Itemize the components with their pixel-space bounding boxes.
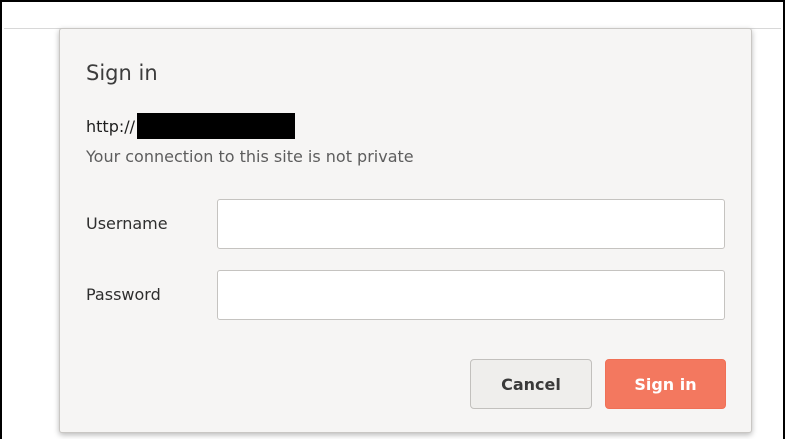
url-redaction-block — [137, 113, 296, 139]
password-label: Password — [86, 285, 161, 304]
site-url: http:// — [86, 113, 296, 139]
sign-in-dialog: Sign in http:// Your connection to this … — [59, 28, 752, 433]
username-label: Username — [86, 214, 168, 233]
connection-warning: Your connection to this site is not priv… — [86, 147, 414, 166]
sign-in-button[interactable]: Sign in — [605, 359, 726, 409]
browser-window: Sign in http:// Your connection to this … — [0, 0, 785, 439]
browser-toolbar-area — [4, 4, 781, 29]
password-input[interactable] — [217, 270, 725, 320]
url-prefix: http:// — [86, 116, 136, 136]
dialog-title: Sign in — [86, 61, 158, 85]
cancel-button[interactable]: Cancel — [470, 359, 592, 409]
username-input[interactable] — [217, 199, 725, 249]
